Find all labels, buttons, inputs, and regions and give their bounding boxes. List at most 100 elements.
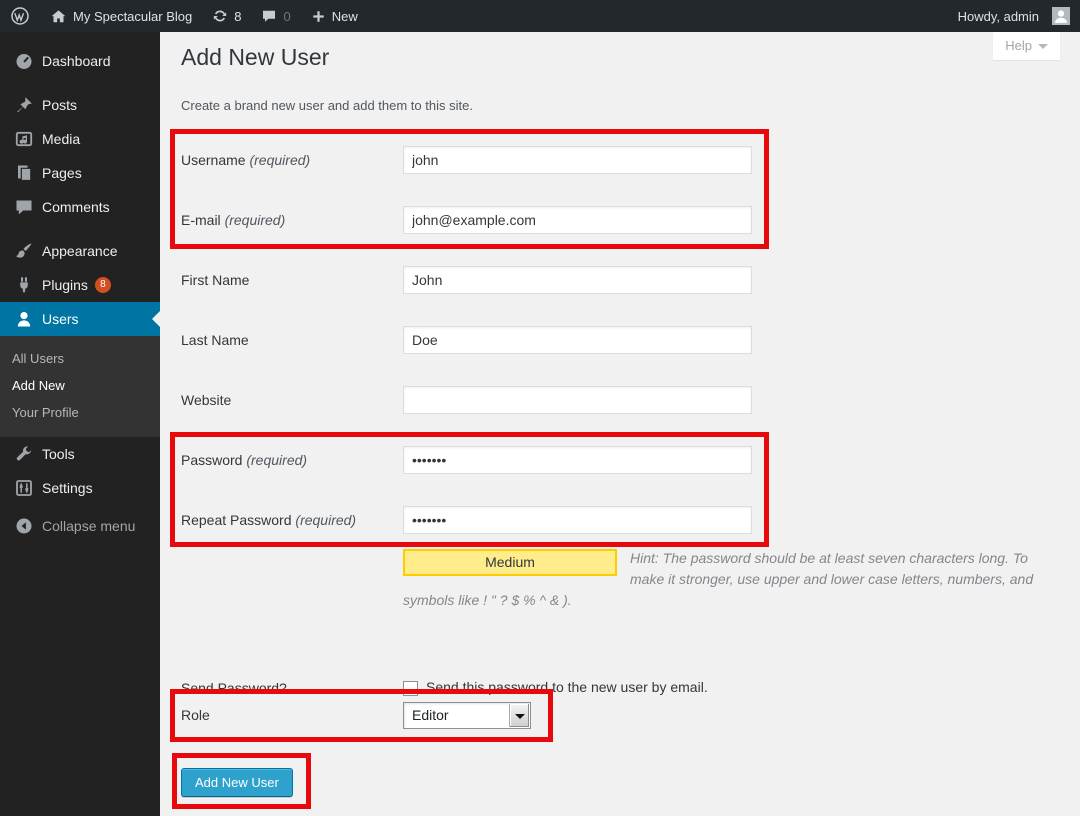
send-password-label: Send Password? [181,676,396,700]
required-note: (required) [249,152,310,168]
plugin-icon [14,275,34,295]
page-title: Add New User [181,44,329,71]
avatar [1052,7,1070,25]
website-input[interactable] [403,386,752,414]
admin-bar: My Spectacular Blog 8 0 New [0,0,1080,32]
repeat-password-input[interactable] [403,506,752,534]
comment-bubble-icon [261,8,277,24]
sidebar-item-tools[interactable]: Tools [0,437,160,471]
sidebar-item-label: Appearance [42,243,118,259]
username-label: Username (required) [181,146,396,174]
main-content: Help Add New User Create a brand new use… [160,32,1080,816]
help-label: Help [1005,38,1032,53]
sidebar-item-pages[interactable]: Pages [0,156,160,190]
admin-bar-right: Howdy, admin [948,0,1080,32]
comments-link[interactable]: 0 [251,0,300,32]
website-label: Website [181,386,396,414]
sidebar-item-posts[interactable]: Posts [0,88,160,122]
site-name-label: My Spectacular Blog [73,9,192,24]
help-button[interactable]: Help [993,32,1060,60]
password-label-text: Password [181,452,242,468]
collapse-menu-button[interactable]: Collapse menu [0,509,160,543]
sidebar-item-label: Dashboard [42,53,111,69]
home-icon [50,8,67,25]
email-input[interactable] [403,206,752,234]
email-label-text: E-mail [181,212,221,228]
first-name-input[interactable] [403,266,752,294]
updates-link[interactable]: 8 [202,0,251,32]
submenu-item-your-profile[interactable]: Your Profile [0,399,160,426]
new-label: New [332,9,358,24]
password-input[interactable] [403,446,752,474]
submenu-item-all-users[interactable]: All Users [0,345,160,372]
sidebar-item-label: Settings [42,480,93,496]
comment-count: 0 [283,9,290,24]
updates-icon [212,8,228,24]
pushpin-icon [14,95,34,115]
sidebar-item-users[interactable]: Users [0,302,160,336]
paintbrush-icon [14,241,34,261]
admin-sidebar: Dashboard Posts Media Pag [0,32,160,816]
wrench-icon [14,444,34,464]
sidebar-item-label: Comments [42,199,110,215]
collapse-menu-label: Collapse menu [42,518,135,534]
dropdown-arrow-icon [509,704,529,727]
active-menu-arrow [152,311,160,327]
sidebar-item-plugins[interactable]: Plugins 8 [0,268,160,302]
howdy-label: Howdy, admin [958,9,1039,24]
user-avatar-icon [1052,7,1070,25]
admin-bar-left: My Spectacular Blog 8 0 New [0,0,368,32]
sidebar-item-label: Tools [42,446,75,462]
role-selected-value: Editor [412,707,449,723]
submenu-item-add-new[interactable]: Add New [0,372,160,399]
new-content-button[interactable]: New [301,0,368,32]
required-note: (required) [246,452,307,468]
sidebar-item-settings[interactable]: Settings [0,471,160,505]
site-name-link[interactable]: My Spectacular Blog [40,0,202,32]
send-password-checkbox-label: Send this password to the new user by em… [426,679,708,695]
role-select[interactable]: Editor [403,702,531,729]
sidebar-item-label: Plugins [42,277,88,293]
collapse-arrow-icon [14,516,34,536]
last-name-label: Last Name [181,326,396,354]
media-icon [14,129,34,149]
add-new-user-button[interactable]: Add New User [181,768,293,797]
page-subtitle: Create a brand new user and add them to … [181,98,473,113]
sidebar-item-media[interactable]: Media [0,122,160,156]
dashboard-icon [14,51,34,71]
password-hint-block: Medium Hint: The password should be at l… [403,548,1043,611]
sidebar-item-label: Users [42,311,79,327]
sidebar-item-dashboard[interactable]: Dashboard [0,44,160,78]
first-name-label: First Name [181,266,396,294]
sidebar-item-label: Pages [42,165,82,181]
wordpress-logo-icon [10,6,30,26]
email-label: E-mail (required) [181,206,396,234]
password-strength-meter: Medium [403,549,617,576]
required-note: (required) [295,512,356,528]
admin-menu: Dashboard Posts Media Pag [0,32,160,543]
plus-icon [311,9,326,24]
users-submenu: All Users Add New Your Profile [0,336,160,437]
update-count: 8 [234,9,241,24]
sidebar-item-comments[interactable]: Comments [0,190,160,224]
sidebar-item-appearance[interactable]: Appearance [0,234,160,268]
send-password-checkbox[interactable] [403,681,418,696]
comment-bubble-icon [14,197,34,217]
sidebar-item-label: Media [42,131,80,147]
sidebar-item-label: Posts [42,97,77,113]
pages-icon [14,163,34,183]
repeat-password-label: Repeat Password (required) [181,506,396,534]
plugins-update-badge: 8 [95,277,111,293]
account-menu[interactable]: Howdy, admin [948,0,1080,32]
role-label: Role [181,702,396,729]
user-icon [14,309,34,329]
password-label: Password (required) [181,446,396,474]
wordpress-logo-icon[interactable] [0,0,40,32]
chevron-down-icon [1038,44,1048,49]
last-name-input[interactable] [403,326,752,354]
username-label-text: Username [181,152,246,168]
wordpress-admin-screen: My Spectacular Blog 8 0 New [0,0,1080,816]
repeat-password-label-text: Repeat Password [181,512,292,528]
username-input[interactable] [403,146,752,174]
settings-sliders-icon [14,478,34,498]
